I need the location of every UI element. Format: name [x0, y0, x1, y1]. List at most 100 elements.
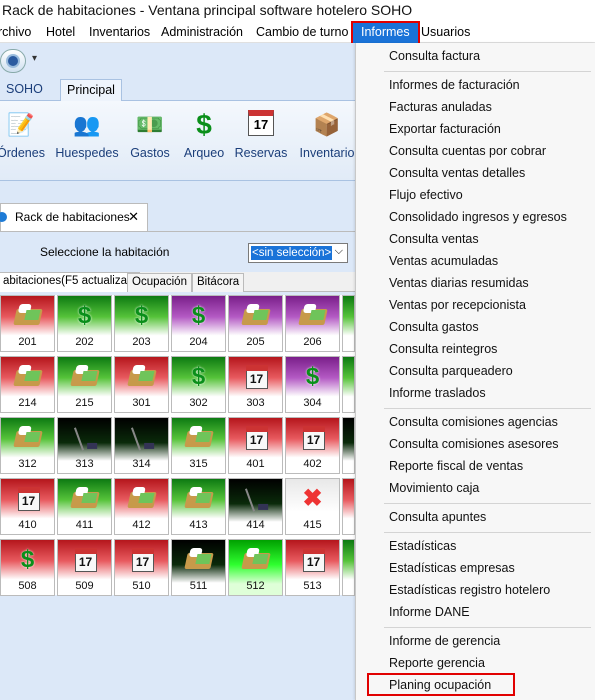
- menu-separator: [384, 627, 591, 628]
- room-number: 206: [303, 336, 322, 348]
- tab-rack-de-habitaciones[interactable]: Rack de habitaciones ✕: [0, 203, 148, 231]
- room-cell[interactable]: 511: [171, 539, 226, 596]
- room-cell[interactable]: 312: [0, 417, 55, 474]
- menu-item-flujo-efectivo[interactable]: Flujo efectivo: [389, 186, 463, 206]
- room-select[interactable]: <sin selección> ⌵: [248, 243, 348, 263]
- tab-principal[interactable]: Principal: [60, 79, 122, 101]
- room-cell[interactable]: 17 401: [228, 417, 283, 474]
- room-cell[interactable]: [342, 417, 355, 474]
- menu-administracion[interactable]: Administración: [161, 22, 243, 43]
- eye-icon[interactable]: [0, 49, 26, 73]
- room-cell[interactable]: $204: [171, 295, 226, 352]
- menu-item-informes-de-facturacion[interactable]: Informes de facturación: [389, 76, 520, 96]
- tab-habitaciones[interactable]: abitaciones(F5 actualizar): [0, 272, 140, 292]
- bed-icon: [12, 301, 43, 331]
- gastos-button[interactable]: 💵 Gastos: [121, 109, 179, 175]
- room-cell[interactable]: 17 510: [114, 539, 169, 596]
- room-cell[interactable]: 411: [57, 478, 112, 535]
- huespedes-button[interactable]: 👥 Huespedes: [55, 109, 118, 175]
- bed-icon: [126, 484, 157, 514]
- room-cell[interactable]: 201: [0, 295, 55, 352]
- menu-item-reporte-gerencia[interactable]: Reporte gerencia: [389, 654, 485, 674]
- room-cell[interactable]: 313: [57, 417, 112, 474]
- room-cell[interactable]: 17 513: [285, 539, 340, 596]
- room-cell[interactable]: $508: [0, 539, 55, 596]
- menu-usuarios[interactable]: Usuarios: [421, 22, 470, 43]
- tab-bitacora[interactable]: Bitácora: [192, 273, 245, 292]
- menu-item-ventas-diarias-resumidas[interactable]: Ventas diarias resumidas: [389, 274, 529, 294]
- menu-cambio-de-turno[interactable]: Cambio de turno: [256, 22, 348, 43]
- menu-item-exportar-facturacion[interactable]: Exportar facturación: [389, 120, 501, 140]
- menu-item-facturas-anuladas[interactable]: Facturas anuladas: [389, 98, 492, 118]
- menu-item-movimiento-caja[interactable]: Movimiento caja: [389, 479, 479, 499]
- chevron-down-icon[interactable]: ⌵: [335, 245, 343, 258]
- room-cell[interactable]: [342, 478, 355, 535]
- menu-item-consulta-comisiones-agencias[interactable]: Consulta comisiones agencias: [389, 413, 558, 433]
- menu-item-consulta-ventas[interactable]: Consulta ventas: [389, 230, 479, 250]
- room-cell[interactable]: 413: [171, 478, 226, 535]
- room-cell[interactable]: 17 303: [228, 356, 283, 413]
- menu-item-ventas-acumuladas[interactable]: Ventas acumuladas: [389, 252, 498, 272]
- menu-archivo[interactable]: rchivo: [0, 22, 31, 43]
- room-cell[interactable]: 315: [171, 417, 226, 474]
- menu-informes[interactable]: Informes: [353, 22, 418, 43]
- room-cell[interactable]: [342, 539, 355, 596]
- room-cell[interactable]: 412: [114, 478, 169, 535]
- tab-soho[interactable]: SOHO: [0, 79, 49, 101]
- chevron-down-icon[interactable]: ▾: [32, 53, 37, 64]
- arqueo-button[interactable]: $ Arqueo: [175, 109, 233, 175]
- room-cell[interactable]: 414: [228, 478, 283, 535]
- bed-icon: [183, 545, 214, 575]
- room-cell[interactable]: 215: [57, 356, 112, 413]
- room-number: 513: [303, 580, 322, 592]
- room-cell[interactable]: 214: [0, 356, 55, 413]
- menu-item-ventas-por-recepcionista[interactable]: Ventas por recepcionista: [389, 296, 526, 316]
- room-cell[interactable]: ✖ 415: [285, 478, 340, 535]
- room-cell[interactable]: 314: [114, 417, 169, 474]
- menu-item-consolidado-ingresos-y-egresos[interactable]: Consolidado ingresos y egresos: [389, 208, 567, 228]
- room-cell[interactable]: 301: [114, 356, 169, 413]
- menu-inventarios[interactable]: Inventarios: [89, 22, 150, 43]
- money-icon: 💵: [136, 112, 164, 137]
- room-cell[interactable]: [342, 295, 355, 352]
- menu-item-reporte-fiscal-de-ventas[interactable]: Reporte fiscal de ventas: [389, 457, 523, 477]
- room-cell[interactable]: $302: [171, 356, 226, 413]
- menu-item-informe-de-gerencia[interactable]: Informe de gerencia: [389, 632, 500, 652]
- informes-dropdown-menu: Consulta factura Informes de facturación F…: [355, 43, 595, 700]
- menu-item-informe-traslados[interactable]: Informe traslados: [389, 384, 486, 404]
- menu-item-consulta-factura[interactable]: Consulta factura: [389, 47, 480, 67]
- room-cell[interactable]: 17 402: [285, 417, 340, 474]
- menu-item-consulta-gastos[interactable]: Consulta gastos: [389, 318, 479, 338]
- menu-item-consulta-reintegros[interactable]: Consulta reintegros: [389, 340, 497, 360]
- menu-item-estadisticas[interactable]: Estadísticas: [389, 537, 456, 557]
- room-cell[interactable]: 205: [228, 295, 283, 352]
- menu-item-consulta-ventas-detalles[interactable]: Consulta ventas detalles: [389, 164, 525, 184]
- reservas-button[interactable]: 17 Reservas: [232, 109, 290, 175]
- room-number: 314: [132, 458, 151, 470]
- inventario-button[interactable]: 📦 Inventario: [298, 109, 356, 175]
- room-cell[interactable]: $304: [285, 356, 340, 413]
- room-cell[interactable]: 17 410: [0, 478, 55, 535]
- menu-item-planing-ocupacion[interactable]: Planing ocupación: [389, 676, 491, 696]
- menu-item-consulta-cuentas-por-cobrar[interactable]: Consulta cuentas por cobrar: [389, 142, 546, 162]
- menu-item-consulta-parqueadero[interactable]: Consulta parqueadero: [389, 362, 513, 382]
- room-cell[interactable]: $202: [57, 295, 112, 352]
- menu-hotel[interactable]: Hotel: [46, 22, 75, 43]
- menu-item-informe-dane[interactable]: Informe DANE: [389, 603, 470, 623]
- room-cell[interactable]: [342, 356, 355, 413]
- room-cell[interactable]: 512: [228, 539, 283, 596]
- orders-icon: 📝: [7, 112, 35, 137]
- menu-item-estadisticas-empresas[interactable]: Estadísticas empresas: [389, 559, 515, 579]
- menu-item-consulta-comisiones-asesores[interactable]: Consulta comisiones asesores: [389, 435, 559, 455]
- room-number: 312: [18, 458, 37, 470]
- menu-separator: [384, 503, 591, 504]
- tab-ocupacion[interactable]: Ocupación: [127, 273, 192, 292]
- ordenes-button[interactable]: 📝 Órdenes: [0, 109, 50, 175]
- room-cell[interactable]: 17 509: [57, 539, 112, 596]
- close-icon[interactable]: ✕: [128, 204, 139, 230]
- ribbon-tabs: SOHO Principal: [0, 77, 355, 101]
- room-cell[interactable]: $203: [114, 295, 169, 352]
- room-cell[interactable]: 206: [285, 295, 340, 352]
- menu-item-consulta-apuntes[interactable]: Consulta apuntes: [389, 508, 486, 528]
- menu-item-estadisticas-registro-hotelero[interactable]: Estadísticas registro hotelero: [389, 581, 550, 601]
